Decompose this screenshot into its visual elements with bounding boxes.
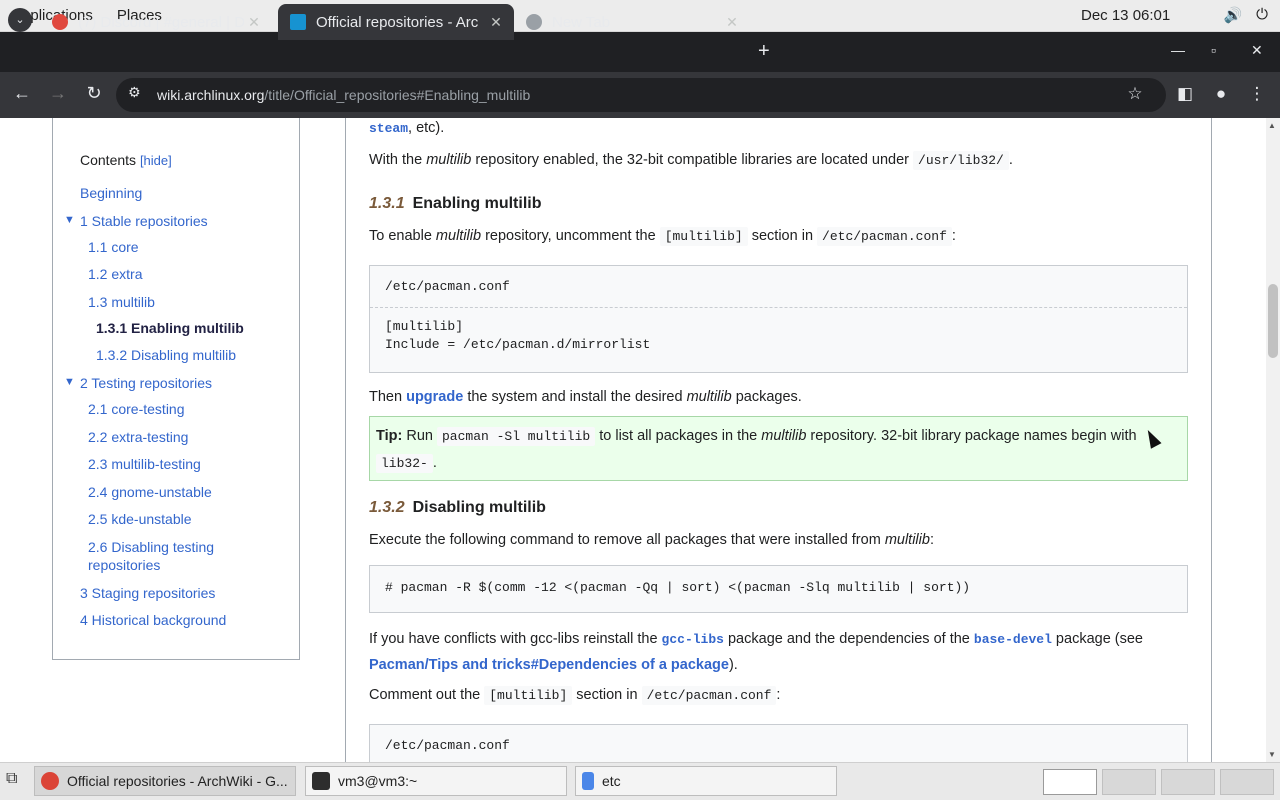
paragraph-conflicts-link: Pacman/Tips and tricks#Dependencies of a… [369,657,738,673]
page-content: Contents [hide] Beginning ▼ 1 Stable rep… [0,118,1266,762]
taskbar-item-files[interactable]: etc [575,766,837,796]
heading-disabling-multilib: 1.3.2 Disabling multilib [369,499,546,516]
tab-new-tab[interactable]: New Tab ✕ [514,4,750,40]
profile-icon[interactable]: ● [1210,84,1232,104]
close-tab-icon[interactable]: ✕ [244,14,264,31]
file-manager-icon [582,772,594,790]
close-tab-icon[interactable]: ✕ [722,14,742,31]
code-block-header: /etc/pacman.conf [370,266,1187,308]
page-scrollbar[interactable] [1266,118,1280,762]
show-desktop-icon[interactable]: ⧉ [6,770,17,788]
toc-item-disabling-testing[interactable]: 2.6 Disabling testing repositories [88,538,258,574]
toc-item-stable[interactable]: 1 Stable repositories [80,213,208,229]
side-panel-icon[interactable]: ◧ [1174,84,1196,104]
url-text[interactable]: wiki.archlinux.org/title/Official_reposi… [157,87,530,103]
workspace-2[interactable] [1102,769,1156,795]
paragraph-upgrade: Then upgrade the system and install the … [369,389,802,405]
toc-hide-link[interactable]: [hide] [140,153,172,168]
tab-archwiki[interactable]: Official repositories - Arc ✕ [278,4,514,40]
package-link-base-devel[interactable]: base-devel [974,632,1052,647]
maximize-icon[interactable]: ▫ [1211,42,1216,58]
minimize-icon[interactable]: — [1171,42,1185,58]
toc-item-testing[interactable]: 2 Testing repositories [80,375,212,391]
chrome-favicon-icon [526,14,542,30]
workspace-4[interactable] [1220,769,1274,795]
tab-title: New Tab [552,13,611,31]
reload-icon[interactable]: ↻ [82,83,106,104]
package-link-gcc-libs[interactable]: gcc-libs [662,632,724,647]
site-info-icon[interactable]: ⚙ [128,84,141,101]
toc-item-gnome-unstable[interactable]: 2.4 gnome-unstable [88,484,212,500]
chrome-menu-icon[interactable]: ⋮ [1246,84,1268,104]
toc-item-core-testing[interactable]: 2.1 core-testing [88,401,185,417]
window-close-icon[interactable]: ✕ [1251,42,1263,59]
toc-item-core[interactable]: 1.1 core [88,239,139,255]
table-of-contents: Contents [hide] Beginning ▼ 1 Stable rep… [52,118,300,660]
article-body: steam, etc). With the multilib repositor… [345,118,1212,762]
scroll-down-icon[interactable]: ▼ [1268,750,1276,759]
scrollbar-thumb[interactable] [1268,284,1278,358]
collapse-chevron-icon[interactable]: ▼ [64,376,75,388]
taskbar-item-terminal[interactable]: vm3@vm3:~ [305,766,567,796]
archlinux-favicon-icon [290,14,306,30]
tip-box: Tip: Run pacman -Sl multilib to list all… [369,416,1188,481]
power-icon[interactable]: ⏻ [1256,6,1268,24]
toc-item-extra[interactable]: 1.2 extra [88,266,142,282]
new-tab-button[interactable]: + [758,40,770,63]
heading-enabling-multilib: 1.3.1 Enabling multilib [369,195,542,212]
code-block-body: [multilib] Include = /etc/pacman.d/mirro… [385,319,651,352]
close-tab-icon[interactable]: ✕ [486,14,506,31]
toc-item-multilib-testing[interactable]: 2.3 multilib-testing [88,456,201,472]
paragraph-comment-out: Comment out the [multilib] section in /e… [369,686,781,705]
taskbar-item-chrome[interactable]: Official repositories - ArchWiki - G... [34,766,296,796]
workspace-3[interactable] [1161,769,1215,795]
link-upgrade[interactable]: upgrade [406,389,463,405]
toc-item-staging[interactable]: 3 Staging repositories [80,585,215,601]
code-block-pacman-conf: /etc/pacman.conf [multilib] Include = /e… [369,265,1188,373]
paragraph-conflicts: If you have conflicts with gcc-libs rein… [369,631,1143,647]
paragraph-execute: Execute the following command to remove … [369,532,934,548]
scroll-up-icon[interactable]: ▲ [1268,121,1276,130]
discord-favicon-icon [52,14,68,30]
toc-item-extra-testing[interactable]: 2.2 extra-testing [88,429,188,445]
volume-icon[interactable]: 🔊 [1223,6,1242,24]
forward-icon[interactable]: → [46,83,70,104]
clock[interactable]: Dec 13 06:01 [1081,7,1170,24]
paragraph-steam: steam, etc). [369,120,445,136]
link-pacman-tips[interactable]: Pacman/Tips and tricks#Dependencies of a… [369,657,729,673]
paragraph-lib32: With the multilib repository enabled, th… [369,151,1013,170]
inline-code: /usr/lib32/ [913,151,1009,170]
toc-title: Contents [hide] [80,152,172,168]
toc-item-historical[interactable]: 4 Historical background [80,612,226,628]
package-link-steam[interactable]: steam [369,121,408,136]
tab-title: Official repositories - Arc [316,13,479,31]
tab-title: (7) Discord | #general | D [78,13,244,31]
code-block-pacman-conf-2: /etc/pacman.conf [369,724,1188,762]
toc-item-kde-unstable[interactable]: 2.5 kde-unstable [88,511,192,527]
paragraph-enable: To enable multilib repository, uncomment… [369,227,956,246]
chrome-icon [41,772,59,790]
toc-item-disabling-multilib[interactable]: 1.3.2 Disabling multilib [96,347,236,363]
terminal-icon [312,772,330,790]
tab-discord[interactable]: (7) Discord | #general | D ✕ [40,4,272,40]
toc-item-enabling-multilib[interactable]: 1.3.1 Enabling multilib [96,320,244,336]
workspace-1[interactable] [1043,769,1097,795]
toc-item-beginning[interactable]: Beginning [80,185,142,201]
toc-item-multilib[interactable]: 1.3 multilib [88,294,155,310]
bookmark-star-icon[interactable]: ☆ [1124,84,1146,104]
tab-search-icon[interactable]: ⌄ [8,8,32,32]
back-icon[interactable]: ← [10,83,34,104]
collapse-chevron-icon[interactable]: ▼ [64,214,75,226]
code-block-remove-command: # pacman -R $(comm -12 <(pacman -Qq | so… [369,565,1188,613]
